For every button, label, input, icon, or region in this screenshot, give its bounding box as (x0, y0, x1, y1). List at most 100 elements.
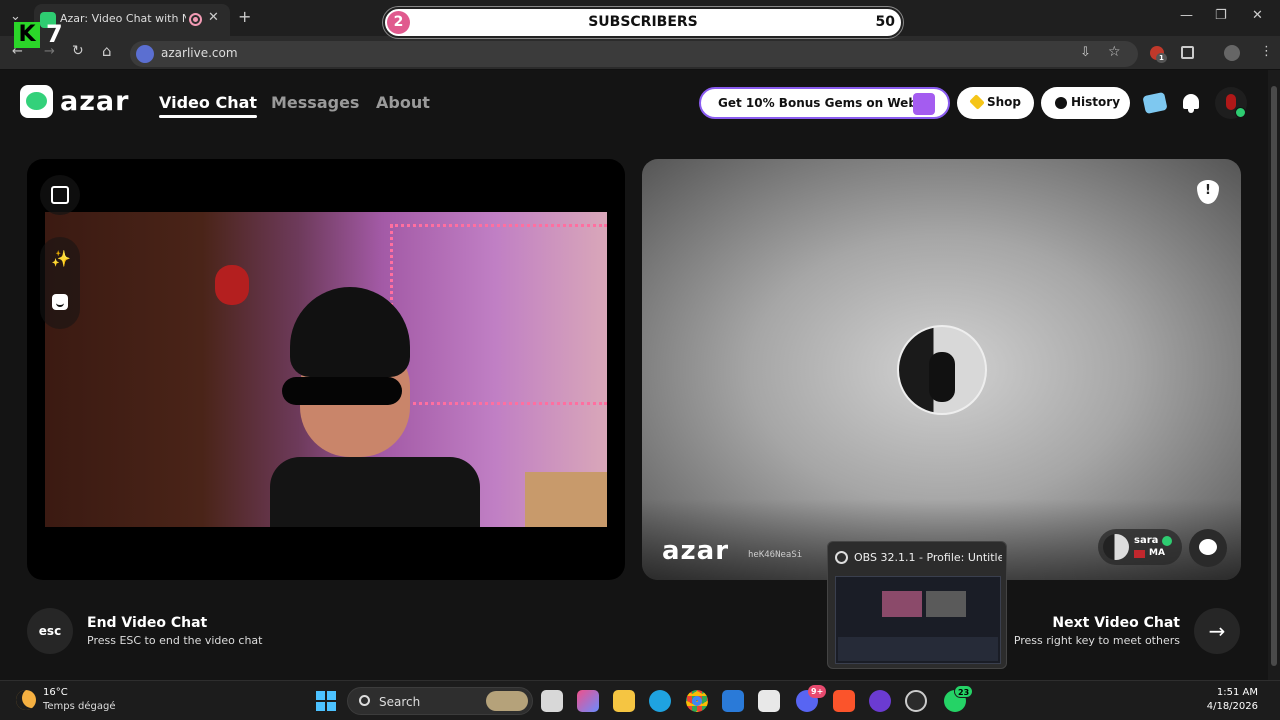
proton-vpn-icon[interactable] (869, 690, 891, 712)
mail-icon[interactable] (722, 690, 744, 712)
nav-messages[interactable]: Messages (271, 93, 359, 112)
page-scrollbar[interactable] (1268, 70, 1280, 680)
taskbar-search[interactable]: Search (347, 687, 533, 715)
partner-country: MA (1149, 548, 1165, 558)
end-chat-hint: Press ESC to end the video chat (87, 634, 263, 647)
watermark-id: heK46NeaSi (748, 550, 803, 560)
spiderman-mask (215, 265, 249, 305)
chat-bubble-button[interactable] (1189, 529, 1227, 567)
moon-weather-icon[interactable] (16, 690, 36, 710)
obs-taskbar-preview[interactable]: OBS 32.1.1 - Profile: Untitle... (827, 541, 1007, 669)
face-filter-icon[interactable] (52, 294, 68, 310)
extension-badge: 1 (1156, 53, 1167, 63)
gems-wallet-icon[interactable] (1142, 91, 1168, 115)
shop-label: Shop (987, 95, 1022, 109)
new-tab-button[interactable]: + (238, 7, 251, 26)
azar-watermark: azar (662, 536, 730, 566)
browser-toolbar: ← → ↻ ⌂ azarlive.com ⇩ ☆ 1 ⋮ (0, 36, 1280, 70)
history-button[interactable]: History (1041, 87, 1130, 119)
site-header: azar Video Chat Messages About Get 10% B… (0, 70, 1280, 134)
address-bar[interactable]: azarlive.com ⇩ ☆ (130, 41, 1138, 67)
ms-store-icon[interactable] (758, 690, 780, 712)
chrome-browser-icon[interactable] (686, 690, 708, 712)
notifications-bell-icon[interactable] (1181, 92, 1201, 114)
channel-logo: K 7 (10, 20, 68, 50)
whatsapp-badge: 23 (954, 685, 974, 698)
end-chat-button[interactable]: esc (27, 608, 73, 654)
local-camera-feed (45, 212, 607, 527)
verified-badge-icon (1235, 107, 1246, 118)
partner-mini-avatar (1103, 534, 1129, 560)
windows-taskbar: 16°C Temps dégagé Search 9+ 23 1:51 AM 4… (0, 680, 1280, 720)
obs-icon (835, 551, 848, 564)
taskbar-date[interactable]: 4/18/2026 (1207, 701, 1258, 712)
partner-info-chip[interactable]: sara MA (1098, 529, 1182, 565)
avatar-image (1226, 94, 1236, 110)
magic-wand-icon[interactable]: ✨ (51, 249, 71, 268)
bookmark-star-icon[interactable]: ☆ (1108, 44, 1121, 60)
task-view-icon[interactable] (541, 690, 563, 712)
recording-icon (189, 13, 202, 26)
browser-menu-icon[interactable]: ⋮ (1260, 44, 1273, 59)
url-text: azarlive.com (161, 46, 238, 60)
extensions-puzzle-icon[interactable] (1181, 46, 1194, 59)
profile-avatar[interactable] (1215, 87, 1247, 119)
channel-logo-number: 7 (46, 20, 63, 48)
obs-window-title: OBS 32.1.1 - Profile: Untitle... (854, 551, 1002, 564)
clock-icon (1055, 97, 1067, 109)
brave-browser-icon[interactable] (833, 690, 855, 712)
windows-start-icon[interactable] (316, 691, 336, 711)
install-app-icon[interactable]: ⇩ (1080, 45, 1091, 60)
subscriber-label: SUBSCRIBERS (588, 14, 698, 30)
discord-badge: 9+ (808, 685, 827, 698)
expand-icon[interactable] (40, 175, 80, 215)
next-chat-button[interactable]: → (1194, 608, 1240, 654)
bed (525, 472, 607, 527)
local-user (270, 287, 480, 527)
subscriber-goal: 50 (875, 14, 895, 30)
gift-icon (913, 93, 935, 115)
weather-description[interactable]: Temps dégagé (43, 701, 116, 712)
verified-icon (1162, 536, 1172, 546)
search-icon (359, 695, 370, 706)
nav-about[interactable]: About (376, 93, 430, 112)
end-chat-title: End Video Chat (87, 615, 208, 631)
report-shield-icon[interactable]: ! (1197, 180, 1219, 204)
tab-close-icon[interactable]: ✕ (208, 10, 219, 25)
edge-browser-icon[interactable] (649, 690, 671, 712)
file-explorer-icon[interactable] (613, 690, 635, 712)
site-info-icon[interactable] (136, 45, 154, 63)
channel-logo-letter: K (14, 22, 40, 48)
search-placeholder: Search (379, 695, 421, 709)
azar-logo-icon[interactable] (20, 85, 53, 118)
morocco-flag-icon (1134, 550, 1145, 558)
obs-studio-icon[interactable] (905, 690, 927, 712)
maximize-button[interactable]: ❐ (1215, 8, 1227, 23)
home-button[interactable]: ⌂ (102, 42, 112, 60)
search-highlight-image (486, 691, 528, 711)
bonus-gems-promo-button[interactable]: Get 10% Bonus Gems on Web! (699, 87, 950, 119)
azar-logo-text[interactable]: azar (60, 86, 129, 117)
weather-temperature[interactable]: 16°C (43, 687, 68, 698)
m365-copilot-icon[interactable] (577, 690, 599, 712)
next-chat-hint: Press right key to meet others (1013, 634, 1180, 647)
browser-profile-avatar[interactable] (1224, 45, 1240, 61)
partner-name: sara (1134, 535, 1159, 546)
remote-video-panel: ! azar heK46NeaSi sara MA (642, 159, 1241, 580)
close-window-button[interactable]: ✕ (1252, 8, 1263, 23)
taskbar-time[interactable]: 1:51 AM (1217, 687, 1258, 698)
minimize-button[interactable]: — (1180, 8, 1193, 23)
nav-video-chat[interactable]: Video Chat (159, 93, 258, 118)
obs-thumbnail (835, 576, 1001, 664)
subscriber-goal-bar: 2 SUBSCRIBERS 50 (383, 7, 903, 38)
history-label: History (1071, 95, 1121, 109)
shop-button[interactable]: Shop (957, 87, 1034, 119)
partner-avatar (897, 325, 987, 415)
local-video-panel: ✨ (27, 159, 625, 580)
effects-toolbar: ✨ (40, 237, 80, 329)
tab-title: Azar: Video Chat with New (60, 12, 186, 25)
next-chat-title: Next Video Chat (1052, 615, 1180, 631)
promo-text: Get 10% Bonus Gems on Web! (718, 96, 923, 110)
gem-icon (969, 94, 985, 110)
reload-button[interactable]: ↻ (72, 43, 84, 59)
